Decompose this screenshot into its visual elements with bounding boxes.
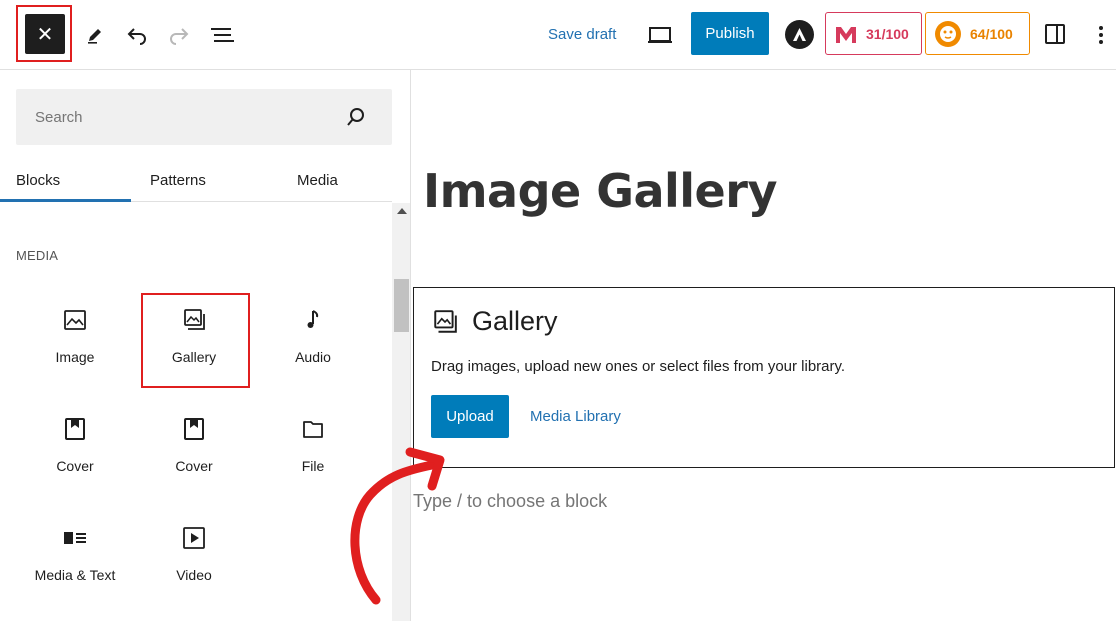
media-text-icon xyxy=(62,525,88,551)
gallery-block-header: Gallery xyxy=(432,306,558,337)
video-icon xyxy=(181,525,207,551)
seo-score-value: 64/100 xyxy=(970,25,1013,42)
block-item-label: Video xyxy=(176,567,212,583)
pencil-icon xyxy=(88,29,101,44)
tools-button[interactable] xyxy=(82,22,108,48)
audio-icon xyxy=(300,307,326,333)
scroll-up-arrow-icon[interactable] xyxy=(397,208,407,214)
tab-blocks[interactable]: Blocks xyxy=(16,158,60,202)
rank-math-icon xyxy=(834,23,858,45)
block-item-video[interactable]: Video xyxy=(139,517,249,607)
block-item-label: Media & Text xyxy=(34,567,116,583)
seo-score-badge[interactable]: 64/100 xyxy=(925,12,1030,55)
sidebar-icon xyxy=(1045,24,1065,44)
block-item-label: File xyxy=(301,458,325,474)
media-library-button[interactable]: Media Library xyxy=(530,395,621,438)
gallery-icon xyxy=(434,309,457,333)
cover-icon xyxy=(62,416,88,442)
block-item-image[interactable]: Image xyxy=(20,299,130,389)
gallery-block-title: Gallery xyxy=(472,306,558,336)
readability-score-value: 31/100 xyxy=(866,25,909,42)
post-title[interactable]: Image Gallery xyxy=(423,164,777,218)
gallery-block-instructions: Drag images, upload new ones or select f… xyxy=(431,358,846,375)
astra-settings-button[interactable] xyxy=(785,20,814,49)
block-item-cover[interactable]: Cover xyxy=(139,408,249,498)
desktop-preview-icon xyxy=(648,27,672,43)
category-heading-media: MEDIA xyxy=(16,248,59,263)
preview-button[interactable] xyxy=(646,22,674,48)
lion-icon xyxy=(934,20,962,48)
editor-header: ✕ Save draft Publish 31/100 64/100 xyxy=(0,0,1116,70)
annotation-highlight-box xyxy=(141,293,250,388)
block-item-media-text[interactable]: Media & Text xyxy=(20,517,130,607)
undo-icon xyxy=(127,28,146,45)
list-view-icon xyxy=(211,28,234,42)
redo-icon xyxy=(170,28,189,45)
astra-logo-icon xyxy=(793,28,806,41)
save-draft-button[interactable]: Save draft xyxy=(548,26,616,43)
options-menu-button[interactable] xyxy=(1093,22,1109,48)
annotation-highlight-box xyxy=(16,5,72,62)
tab-patterns[interactable]: Patterns xyxy=(150,158,206,202)
inserter-tabs: Blocks Patterns Media xyxy=(0,158,392,202)
readability-score-badge[interactable]: 31/100 xyxy=(825,12,922,55)
image-icon xyxy=(62,307,88,333)
block-search-input[interactable] xyxy=(16,89,316,145)
more-vertical-icon xyxy=(1099,26,1103,44)
block-item-label: Image xyxy=(55,349,95,365)
cover-icon xyxy=(181,416,207,442)
block-search xyxy=(16,89,392,145)
gallery-block-placeholder[interactable]: Gallery Drag images, upload new ones or … xyxy=(413,287,1115,468)
file-icon xyxy=(300,416,326,442)
annotation-arrow xyxy=(350,447,445,605)
publish-button[interactable]: Publish xyxy=(691,12,769,55)
undo-button[interactable] xyxy=(124,22,150,48)
block-item-label: Audio xyxy=(295,349,331,365)
search-icon[interactable] xyxy=(346,107,366,127)
redo-button[interactable] xyxy=(166,22,192,48)
scrollbar-thumb[interactable] xyxy=(394,279,409,332)
settings-sidebar-button[interactable] xyxy=(1043,22,1067,46)
block-item-label: Cover xyxy=(175,458,213,474)
block-list: MEDIA Image Gallery Audio Cover Cover Fi… xyxy=(0,203,392,621)
block-item-cover[interactable]: Cover xyxy=(20,408,130,498)
document-overview-button[interactable] xyxy=(209,22,235,48)
editor-canvas: Image Gallery Gallery Drag images, uploa… xyxy=(411,70,1116,621)
block-item-label: Cover xyxy=(56,458,94,474)
active-tab-indicator xyxy=(0,199,131,202)
block-item-audio[interactable]: Audio xyxy=(258,299,368,389)
tab-media[interactable]: Media xyxy=(297,158,338,202)
